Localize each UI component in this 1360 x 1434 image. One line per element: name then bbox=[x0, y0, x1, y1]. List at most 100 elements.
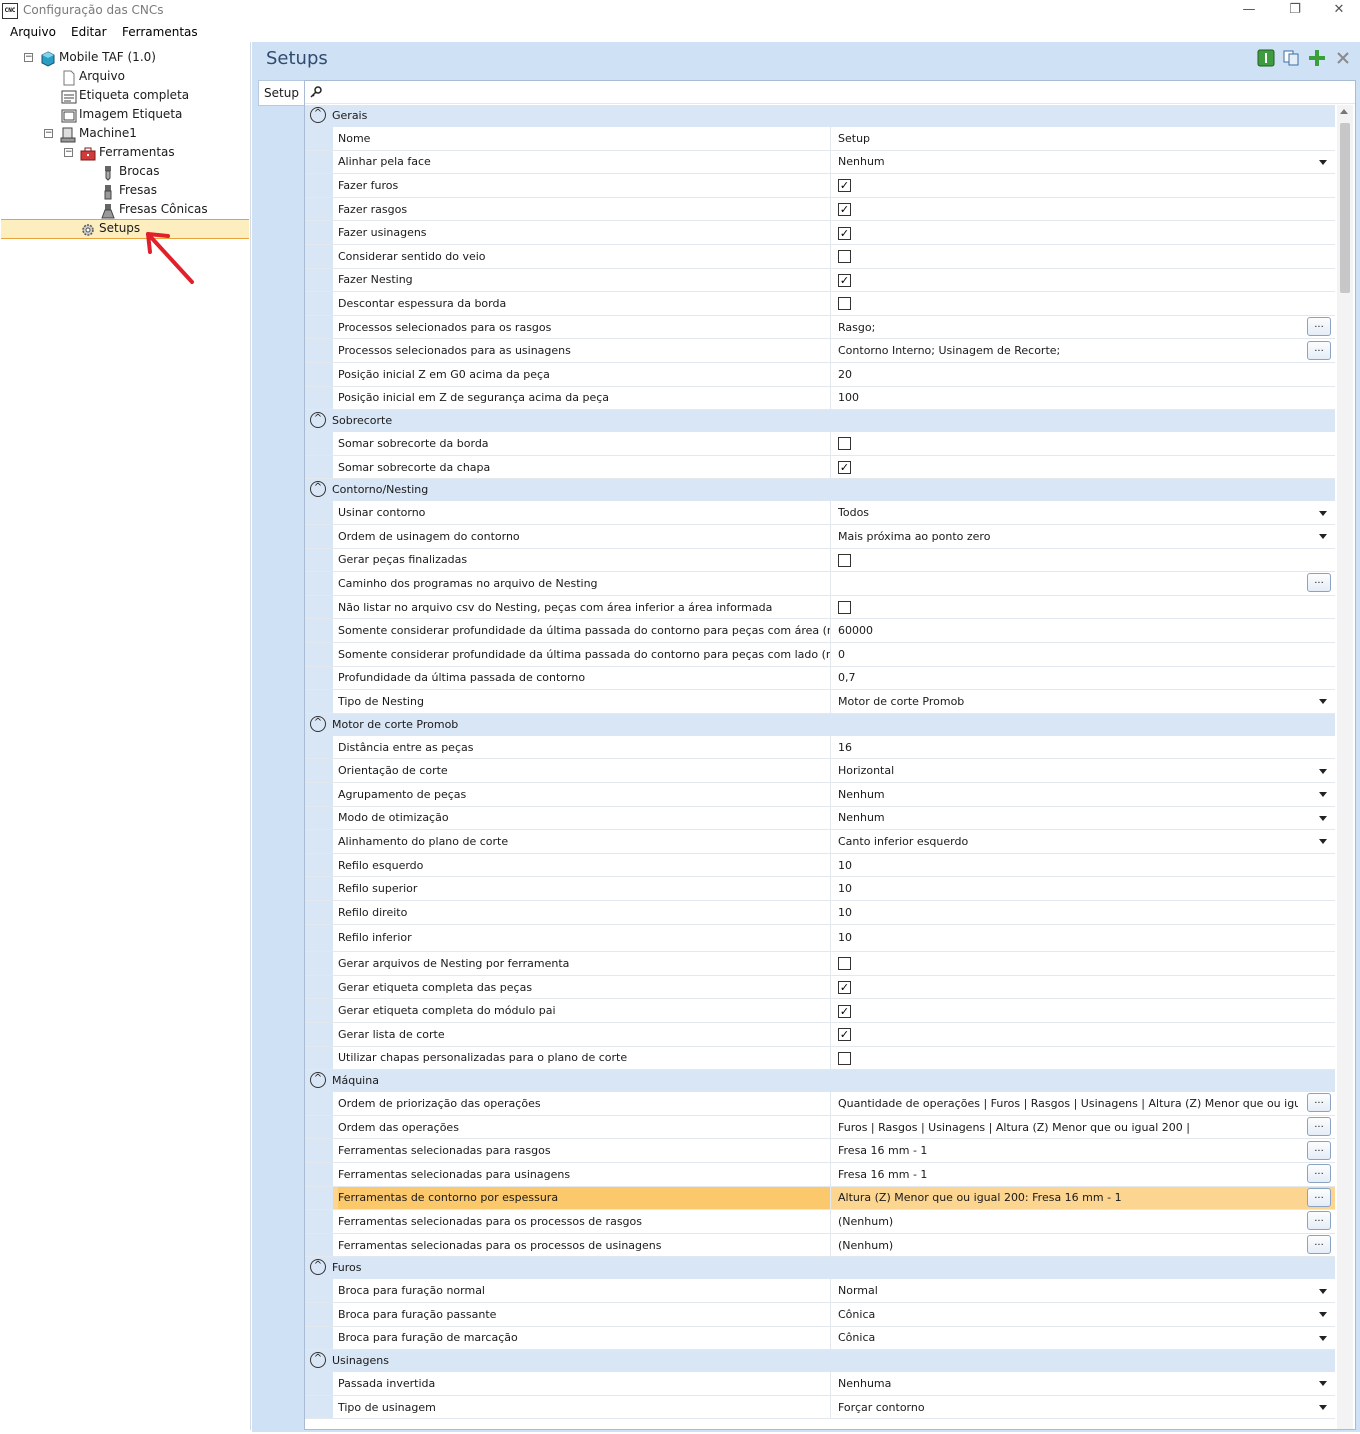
property-row[interactable]: Somar sobrecorte da chapa ✓ bbox=[305, 455, 1335, 480]
property-row[interactable]: Fazer Nesting ✓ bbox=[305, 268, 1335, 293]
property-name[interactable]: Ferramentas selecionadas para usinagens bbox=[338, 1163, 831, 1186]
ellipsis-button[interactable]: ... bbox=[1307, 1140, 1331, 1160]
property-name[interactable]: Broca para furação de marcação bbox=[338, 1326, 831, 1350]
tree-item-machine1[interactable]: Machine1 bbox=[79, 124, 137, 143]
property-name[interactable]: Caminho dos programas no arquivo de Nest… bbox=[338, 572, 831, 595]
dropdown-arrow-icon[interactable] bbox=[1319, 699, 1327, 705]
checkbox-checked[interactable]: ✓ bbox=[838, 203, 851, 217]
property-value[interactable]: 10 bbox=[838, 901, 1328, 924]
property-row[interactable]: Tipo de usinagem Forçar contorno bbox=[305, 1395, 1335, 1420]
property-row[interactable]: Alinhar pela face Nenhum bbox=[305, 150, 1335, 175]
checkbox-checked[interactable]: ✓ bbox=[838, 226, 851, 240]
property-name[interactable]: Usinar contorno bbox=[338, 501, 831, 524]
property-row[interactable]: Caminho dos programas no arquivo de Nest… bbox=[305, 572, 1335, 596]
dropdown-arrow-icon[interactable] bbox=[1319, 839, 1327, 845]
property-name[interactable]: Broca para furação normal bbox=[338, 1279, 831, 1302]
property-value[interactable]: 0,7 bbox=[838, 667, 1328, 690]
grid-search-bar[interactable] bbox=[305, 81, 1355, 104]
vertical-scrollbar[interactable] bbox=[1337, 105, 1353, 1429]
scroll-thumb[interactable] bbox=[1340, 123, 1350, 293]
collapse-category-icon[interactable]: ^ bbox=[310, 412, 326, 429]
property-row[interactable]: Passada invertida Nenhuma bbox=[305, 1372, 1335, 1396]
property-row[interactable]: Ordem de usinagem do contorno Mais próxim… bbox=[305, 525, 1335, 549]
property-row[interactable]: Refilo direito 10 bbox=[305, 901, 1335, 925]
category-header[interactable]: ^ Motor de corte Promob bbox=[305, 713, 1335, 736]
property-row[interactable]: Usinar contorno Todos bbox=[305, 501, 1335, 525]
property-name[interactable]: Ordem das operações bbox=[338, 1115, 831, 1139]
checkbox-checked[interactable]: ✓ bbox=[838, 1028, 851, 1042]
property-row[interactable]: Refilo superior 10 bbox=[305, 877, 1335, 901]
property-row[interactable]: Ferramentas selecionadas para os process… bbox=[305, 1233, 1335, 1258]
property-value[interactable]: Horizontal bbox=[838, 759, 1328, 782]
property-value[interactable]: Nenhuma bbox=[838, 1372, 1328, 1395]
checkbox-unchecked[interactable] bbox=[838, 957, 851, 971]
property-row[interactable]: Ferramentas selecionadas para os process… bbox=[305, 1210, 1335, 1234]
menu-editar[interactable]: Editar bbox=[71, 25, 107, 39]
property-row[interactable]: Somar sobrecorte da borda bbox=[305, 432, 1335, 456]
property-row[interactable]: Fazer rasgos ✓ bbox=[305, 197, 1335, 222]
ellipsis-button[interactable]: ... bbox=[1307, 340, 1331, 360]
minimize-button[interactable]: — bbox=[1226, 0, 1272, 22]
property-name[interactable]: Gerar etiqueta completa do módulo pai bbox=[338, 999, 831, 1022]
property-row[interactable]: Utilizar chapas personalizadas para o pl… bbox=[305, 1046, 1335, 1071]
category-header[interactable]: ^ Máquina bbox=[305, 1070, 1335, 1093]
property-value[interactable] bbox=[838, 572, 1298, 595]
property-name[interactable]: Profundidade da última passada de contor… bbox=[338, 666, 831, 690]
category-header[interactable]: ^ Usinagens bbox=[305, 1350, 1335, 1373]
property-value[interactable]: Forçar contorno bbox=[838, 1396, 1328, 1419]
property-name[interactable]: Distância entre as peças bbox=[338, 735, 831, 759]
collapse-category-icon[interactable]: ^ bbox=[310, 715, 326, 732]
checkbox-checked[interactable]: ✓ bbox=[838, 461, 851, 475]
property-row[interactable]: Fazer furos ✓ bbox=[305, 174, 1335, 198]
property-name[interactable]: Utilizar chapas personalizadas para o pl… bbox=[338, 1046, 831, 1070]
property-value[interactable]: 60000 bbox=[838, 619, 1328, 642]
property-row[interactable]: Gerar arquivos de Nesting por ferramenta bbox=[305, 952, 1335, 976]
dropdown-arrow-icon[interactable] bbox=[1319, 1288, 1327, 1294]
property-row[interactable]: Processos selecionados para os rasgos Ras… bbox=[305, 315, 1335, 340]
dropdown-arrow-icon[interactable] bbox=[1319, 792, 1327, 798]
category-header[interactable]: ^ Furos bbox=[305, 1257, 1335, 1280]
ellipsis-button[interactable]: ... bbox=[1307, 317, 1331, 337]
property-value[interactable]: Fresa 16 mm - 1 bbox=[838, 1163, 1298, 1186]
property-name[interactable]: Nome bbox=[338, 127, 831, 150]
property-name[interactable]: Alinhamento do plano de corte bbox=[338, 830, 831, 853]
property-value[interactable]: 0 bbox=[838, 643, 1328, 666]
property-name[interactable]: Tipo de usinagem bbox=[338, 1395, 831, 1419]
dropdown-arrow-icon[interactable] bbox=[1319, 159, 1327, 165]
property-value[interactable]: Setup bbox=[838, 127, 1328, 150]
property-row[interactable]: Somente considerar profundidade da últim… bbox=[305, 643, 1335, 667]
property-row[interactable]: Distância entre as peças 16 bbox=[305, 735, 1335, 760]
ellipsis-button[interactable]: ... bbox=[1307, 1211, 1331, 1231]
property-value[interactable]: (Nenhum) bbox=[838, 1234, 1298, 1257]
property-name[interactable]: Processos selecionados para os rasgos bbox=[338, 315, 831, 339]
dropdown-arrow-icon[interactable] bbox=[1319, 1405, 1327, 1411]
property-row[interactable]: Ordem de priorização das operações Quanti… bbox=[305, 1092, 1335, 1116]
property-row[interactable]: Tipo de Nesting Motor de corte Promob bbox=[305, 690, 1335, 714]
property-value[interactable]: Nenhum bbox=[838, 783, 1328, 806]
property-name[interactable]: Posição inicial em Z de segurança acima … bbox=[338, 386, 831, 410]
dropdown-arrow-icon[interactable] bbox=[1319, 534, 1327, 540]
property-name[interactable]: Fazer Nesting bbox=[338, 268, 831, 292]
property-row[interactable]: Gerar lista de corte ✓ bbox=[305, 1023, 1335, 1047]
collapse-category-icon[interactable]: ^ bbox=[310, 107, 326, 123]
property-row[interactable]: Profundidade da última passada de contor… bbox=[305, 666, 1335, 691]
property-name[interactable]: Fazer furos bbox=[338, 174, 831, 197]
checkbox-checked[interactable]: ✓ bbox=[838, 981, 851, 995]
property-row[interactable]: Posição inicial Z em G0 acima da peça 20 bbox=[305, 363, 1335, 387]
menu-arquivo[interactable]: Arquivo bbox=[10, 25, 56, 39]
property-value[interactable]: Nenhum bbox=[838, 151, 1328, 174]
property-name[interactable]: Gerar etiqueta completa das peças bbox=[338, 975, 831, 999]
property-value[interactable]: Todos bbox=[838, 501, 1328, 524]
property-row[interactable]: Modo de otimização Nenhum bbox=[305, 806, 1335, 831]
property-row[interactable]: Ferramentas selecionadas para rasgos Fres… bbox=[305, 1139, 1335, 1163]
dropdown-arrow-icon[interactable] bbox=[1319, 510, 1327, 516]
property-name[interactable]: Posição inicial Z em G0 acima da peça bbox=[338, 363, 831, 386]
category-header[interactable]: ^ Contorno/Nesting bbox=[305, 479, 1335, 502]
tab-setup[interactable]: Setup bbox=[258, 80, 304, 106]
delete-button-icon[interactable] bbox=[1334, 49, 1352, 67]
tree-item-ferramentas[interactable]: Ferramentas bbox=[99, 143, 175, 162]
property-value[interactable]: Quantidade de operações | Furos | Rasgos… bbox=[838, 1092, 1298, 1115]
property-value[interactable]: Furos | Rasgos | Usinagens | Altura (Z) … bbox=[838, 1116, 1298, 1139]
checkbox-unchecked[interactable] bbox=[838, 250, 851, 264]
property-name[interactable]: Processos selecionados para as usinagens bbox=[338, 339, 831, 362]
